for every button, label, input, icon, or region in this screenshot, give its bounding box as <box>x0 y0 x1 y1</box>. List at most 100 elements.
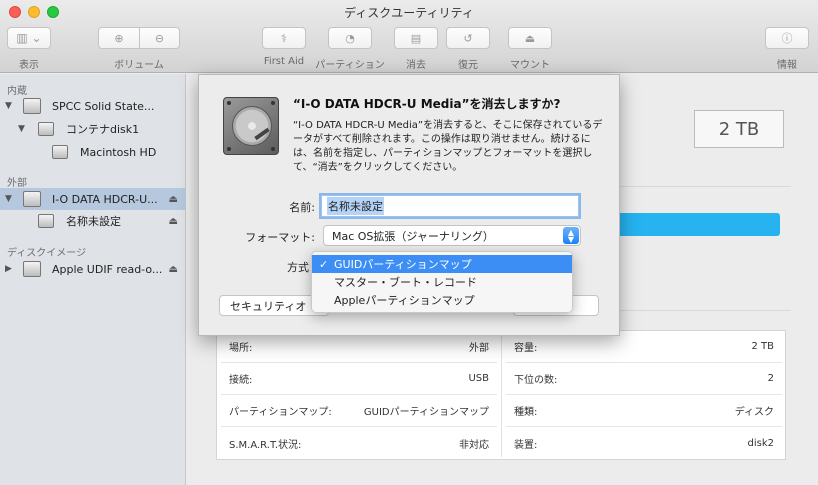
info-value: 非対応 <box>459 439 489 451</box>
sidebar-item-macintosh-hd[interactable]: Macintosh HD <box>0 141 186 163</box>
sidebar-item-io-data[interactable]: ▼ I-O DATA HDCR-U... ⏏ <box>0 188 186 210</box>
sidebar-view-icon: ▥ ⌄ <box>16 31 42 45</box>
info-value: 2 TB <box>751 341 774 352</box>
capacity-display: 2 TB <box>694 110 784 148</box>
capacity-bar <box>606 213 780 236</box>
menu-item-apm[interactable]: Appleパーティションマップ <box>312 291 572 309</box>
window-toolbar: ディスクユーティリティ ▥ ⌄ 表示 ⊕ ⊖ ボリューム ⚕ First Aid… <box>0 0 818 73</box>
info-label: パーティションマップ: <box>229 407 332 418</box>
info-label: S.M.A.R.T.状況: <box>229 439 302 451</box>
info-label: 容量: <box>514 343 538 354</box>
format-value: Mac OS拡張（ジャーナリング） <box>332 229 494 243</box>
scheme-label: 方式 <box>287 261 309 274</box>
erase-button[interactable]: ▤ <box>394 27 438 49</box>
sidebar: 内蔵 ▼ SPCC Solid State... ▼ コンテナdisk1 Mac… <box>0 74 186 485</box>
remove-volume-icon[interactable]: ⊖ <box>139 28 179 48</box>
sidebar-item-container-disk1[interactable]: ▼ コンテナdisk1 <box>0 118 186 140</box>
volume-icon <box>38 214 54 228</box>
info-row-partition-map: パーティションマップ: GUIDパーティションマップ <box>221 395 497 427</box>
volume-segmented-control[interactable]: ⊕ ⊖ <box>98 27 180 49</box>
stethoscope-icon: ⚕ <box>281 31 287 45</box>
mount-label: マウント <box>510 60 550 71</box>
disclosure-triangle-collapsed-icon[interactable]: ▶ <box>5 264 12 274</box>
view-label: 表示 <box>19 60 39 71</box>
sidebar-item-untitled[interactable]: 名称未設定 ⏏ <box>0 210 186 232</box>
info-value: GUIDパーティションマップ <box>363 407 489 418</box>
menu-item-label: GUIDパーティションマップ <box>334 258 472 271</box>
info-row-child-count: 下位の数: 2 <box>506 363 782 395</box>
partition-button[interactable]: ◔ <box>328 27 372 49</box>
name-label: 名前: <box>289 201 315 214</box>
info-label: 種類: <box>514 407 538 418</box>
external-disk-icon <box>23 191 41 207</box>
name-field[interactable]: 名称未設定 <box>321 195 579 217</box>
mount-button[interactable]: ⏏ <box>508 27 552 49</box>
screw <box>227 101 231 105</box>
disk-platter <box>232 106 272 146</box>
info-value: disk2 <box>747 437 775 449</box>
info-row-smart: S.M.A.R.T.状況: 非対応 <box>221 427 497 459</box>
sidebar-item-label: Macintosh HD <box>80 145 157 159</box>
first-aid-label: First Aid <box>263 56 305 67</box>
info-label: 下位の数: <box>514 375 558 386</box>
info-value: 2 <box>767 373 774 384</box>
format-select[interactable]: Mac OS拡張（ジャーナリング） ▲ ▼ <box>323 225 581 246</box>
info-row-device: 装置: disk2 <box>506 427 782 459</box>
sidebar-section-disk-images: ディスクイメージ <box>7 248 87 259</box>
menu-item-guid[interactable]: ✓ GUIDパーティションマップ <box>312 255 572 273</box>
erase-icon: ▤ <box>410 31 422 45</box>
restore-label: 復元 <box>458 60 478 71</box>
info-icon: ⓘ <box>781 32 793 45</box>
checkmark-icon: ✓ <box>319 257 329 271</box>
menu-item-label: マスター・ブート・レコード <box>334 276 477 289</box>
divider <box>611 186 791 187</box>
info-button[interactable]: ⓘ <box>765 27 809 49</box>
info-label: 情報 <box>777 60 797 71</box>
dialog-message: “I-O DATA HDCR-U Media”を消去すると、そこに保存されている… <box>293 120 603 173</box>
sidebar-item-label: コンテナdisk1 <box>66 123 140 136</box>
format-label: フォーマット: <box>245 231 315 244</box>
view-button[interactable]: ▥ ⌄ <box>7 27 51 49</box>
menu-item-label: Appleパーティションマップ <box>334 294 475 307</box>
volume-icon <box>52 145 68 159</box>
hard-disk-icon <box>223 97 279 155</box>
eject-icon[interactable]: ⏏ <box>169 216 178 227</box>
eject-icon[interactable]: ⏏ <box>169 264 178 275</box>
sidebar-item-label: I-O DATA HDCR-U... <box>52 192 158 206</box>
disclosure-triangle-icon[interactable]: ▼ <box>18 124 25 134</box>
disclosure-triangle-icon[interactable]: ▼ <box>5 101 12 111</box>
disclosure-triangle-icon[interactable]: ▼ <box>5 194 12 204</box>
name-field-value: 名称未設定 <box>327 197 384 215</box>
info-value: USB <box>468 373 489 384</box>
screw <box>271 101 275 105</box>
sidebar-item-spcc[interactable]: ▼ SPCC Solid State... <box>0 95 186 117</box>
add-volume-icon[interactable]: ⊕ <box>99 28 139 48</box>
first-aid-button[interactable]: ⚕ <box>262 27 306 49</box>
info-label: 装置: <box>514 439 538 451</box>
scheme-popup-menu[interactable]: ✓ GUIDパーティションマップ マスター・ブート・レコード Appleパーティ… <box>311 251 573 313</box>
eject-icon[interactable]: ⏏ <box>169 194 178 205</box>
sidebar-item-apple-udif[interactable]: ▶ Apple UDIF read-o... ⏏ <box>0 258 186 280</box>
erase-label: 消去 <box>406 60 426 71</box>
restore-icon: ↺ <box>463 31 473 45</box>
volume-label: ボリューム <box>114 60 164 71</box>
disk-image-icon <box>23 261 41 277</box>
dialog-title: “I-O DATA HDCR-U Media”を消去しますか? <box>293 97 561 111</box>
info-label: 接続: <box>229 375 253 386</box>
partition-label: パーティション <box>315 60 385 71</box>
disk-info-table: 場所: 外部 接続: USB パーティションマップ: GUIDパーティションマッ… <box>216 330 786 460</box>
mount-icon: ⏏ <box>524 31 536 45</box>
info-row-type: 種類: ディスク <box>506 395 782 427</box>
volume-icon <box>38 122 54 136</box>
sidebar-section-external: 外部 <box>7 178 27 189</box>
screw <box>271 147 275 151</box>
info-label: 場所: <box>229 343 253 354</box>
menu-item-mbr[interactable]: マスター・ブート・レコード <box>312 273 572 291</box>
info-row-connection: 接続: USB <box>221 363 497 395</box>
info-value: 外部 <box>469 343 489 354</box>
hard-disk-icon <box>23 98 41 114</box>
sidebar-item-label: SPCC Solid State... <box>52 99 155 113</box>
screw <box>227 147 231 151</box>
pie-chart-icon: ◔ <box>345 31 355 45</box>
restore-button[interactable]: ↺ <box>446 27 490 49</box>
